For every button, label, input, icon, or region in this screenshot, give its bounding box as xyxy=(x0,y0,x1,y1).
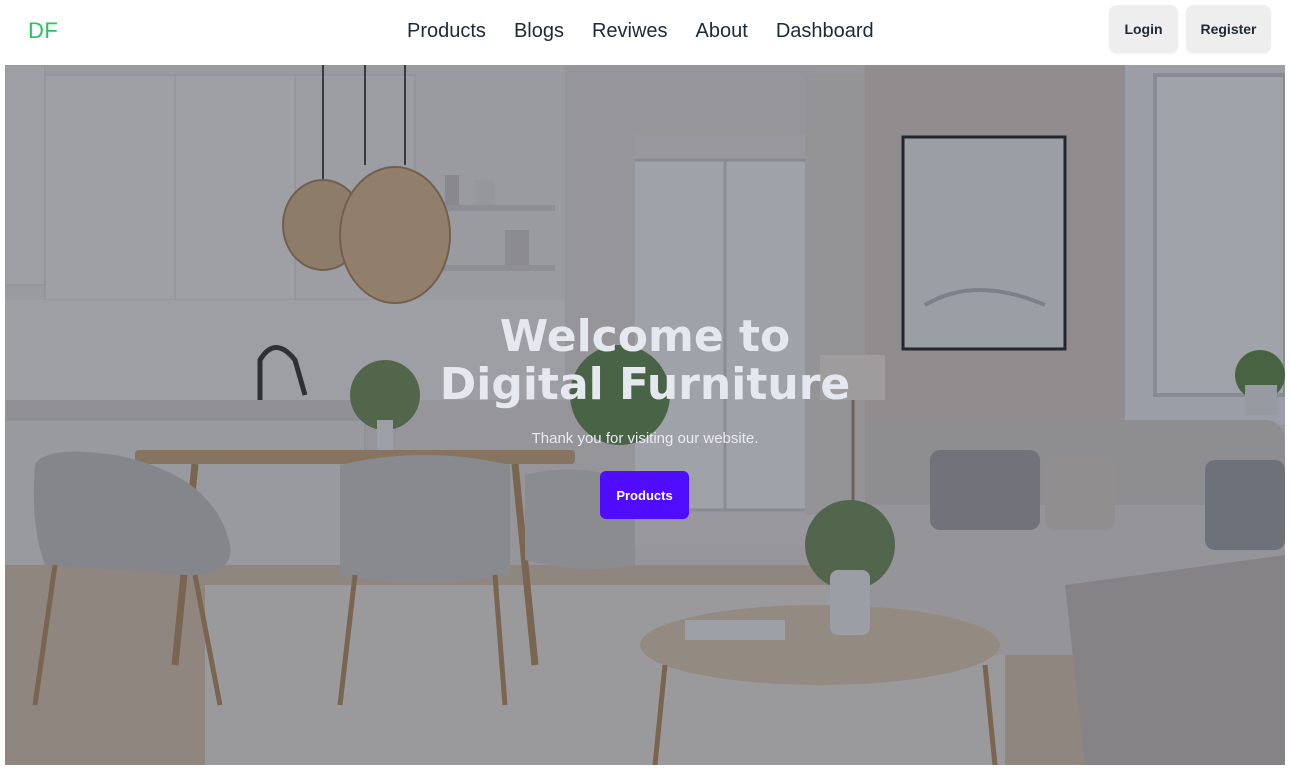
login-button[interactable]: Login xyxy=(1109,5,1178,53)
nav-item-about[interactable]: About xyxy=(696,20,748,43)
nav-item-reviews[interactable]: Reviwes xyxy=(592,20,668,43)
main-nav: Products Blogs Reviwes About Dashboard xyxy=(393,0,888,62)
hero-subtitle: Thank you for visiting our website. xyxy=(531,430,759,447)
auth-buttons: Login Register xyxy=(1109,5,1271,53)
nav-item-products[interactable]: Products xyxy=(407,20,486,43)
hero-title: Welcome to Digital Furniture xyxy=(5,313,1285,409)
nav-item-blogs[interactable]: Blogs xyxy=(514,20,564,43)
navbar: DF Products Blogs Reviwes About Dashboar… xyxy=(0,0,1290,62)
hero-products-button[interactable]: Products xyxy=(600,471,689,519)
hero-content: Welcome to Digital Furniture Thank you f… xyxy=(5,65,1285,765)
nav-item-dashboard[interactable]: Dashboard xyxy=(776,20,874,43)
hero-title-line-1: Welcome to xyxy=(499,311,791,362)
hero-title-line-2: Digital Furniture xyxy=(439,359,851,410)
register-button[interactable]: Register xyxy=(1186,5,1271,53)
hero-banner: Welcome to Digital Furniture Thank you f… xyxy=(5,65,1285,765)
brand-logo[interactable]: DF xyxy=(28,18,58,44)
